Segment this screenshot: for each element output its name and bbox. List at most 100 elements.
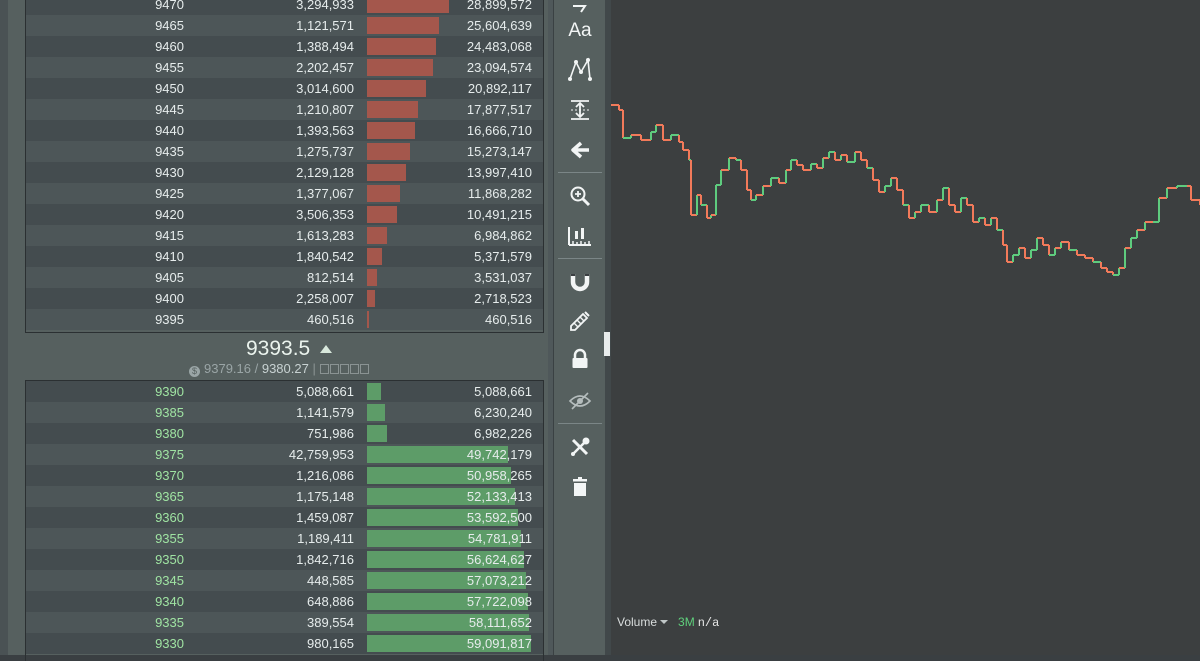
ask-row[interactable]: 9405 812,514 3,531,037 (26, 267, 543, 288)
row-size: 1,216,086 (296, 468, 354, 483)
row-price[interactable]: 9440 (26, 123, 184, 138)
chart-plot[interactable] (611, 0, 1200, 655)
bid-row[interactable]: 9340 648,886 57,722,098 (26, 591, 543, 612)
row-price[interactable]: 9415 (26, 228, 184, 243)
volume-value: n/a (697, 616, 720, 630)
ask-row[interactable]: 9395 460,516 460,516 (26, 309, 543, 330)
row-price[interactable]: 9410 (26, 249, 184, 264)
depth-bar (367, 206, 397, 223)
trash-icon[interactable] (564, 472, 596, 502)
bid-row[interactable]: 9345 448,585 57,073,212 (26, 570, 543, 591)
ask-row[interactable]: 9420 3,506,353 10,491,215 (26, 204, 543, 225)
row-price[interactable]: 9420 (26, 207, 184, 222)
row-total: 57,722,098 (466, 594, 532, 609)
volume-dropdown-caret-icon[interactable] (660, 620, 669, 624)
row-total: 6,984,862 (474, 228, 532, 243)
row-price[interactable]: 9430 (26, 165, 184, 180)
row-price[interactable]: 9380 (26, 426, 184, 441)
row-total: 3,531,037 (474, 270, 532, 285)
row-size: 3,506,353 (296, 207, 354, 222)
hide-icon[interactable] (564, 386, 596, 416)
bid-row[interactable]: 9360 1,459,087 53,592,500 (26, 507, 543, 528)
row-price[interactable]: 9445 (26, 102, 184, 117)
row-price[interactable]: 9465 (26, 18, 184, 33)
last-price: 9393.5 (246, 337, 311, 360)
row-size: 460,516 (307, 312, 354, 327)
row-price[interactable]: 9365 (26, 489, 184, 504)
bid-row[interactable]: 9355 1,189,411 54,781,911 (26, 528, 543, 549)
row-price[interactable]: 9390 (26, 384, 184, 399)
bid-row[interactable]: 9380 751,986 6,982,226 (26, 423, 543, 444)
row-price[interactable]: 9350 (26, 552, 184, 567)
row-price[interactable]: 9400 (26, 291, 184, 306)
pattern-tool-icon[interactable] (564, 55, 596, 85)
volume-label[interactable]: Volume (617, 615, 657, 629)
ask-row[interactable]: 9465 1,121,571 25,604,639 (26, 15, 543, 36)
row-size: 812,514 (307, 270, 354, 285)
price-chart[interactable] (611, 0, 1200, 655)
ask-row[interactable]: 9455 2,202,457 23,094,574 (26, 57, 543, 78)
row-total: 460,516 (485, 312, 532, 327)
row-price[interactable]: 9470 (26, 0, 184, 12)
row-price[interactable]: 9455 (26, 60, 184, 75)
ask-row[interactable]: 9425 1,377,067 11,868,282 (26, 183, 543, 204)
row-size: 2,258,007 (296, 291, 354, 306)
zoom-in-icon[interactable] (564, 181, 596, 211)
ask-row[interactable]: 9400 2,258,007 2,718,523 (26, 288, 543, 309)
row-size: 1,388,494 (296, 39, 354, 54)
row-price[interactable]: 9355 (26, 531, 184, 546)
row-price[interactable]: 9340 (26, 594, 184, 609)
bid-row[interactable]: 9370 1,216,086 50,958,265 (26, 465, 543, 486)
row-price[interactable]: 9330 (26, 636, 184, 651)
row-total: 5,088,661 (474, 384, 532, 399)
measure-tool-icon[interactable] (564, 95, 596, 125)
depth-bar (367, 248, 382, 265)
row-price[interactable]: 9335 (26, 615, 184, 630)
row-price[interactable]: 9375 (26, 447, 184, 462)
ask-row[interactable]: 9470 3,294,933 28,899,572 (26, 0, 543, 15)
row-price[interactable]: 9395 (26, 312, 184, 327)
row-price[interactable]: 9450 (26, 81, 184, 96)
bid-row[interactable]: 9375 42,759,953 49,742,179 (26, 444, 543, 465)
magnet-icon[interactable] (564, 266, 596, 296)
row-total: 13,997,410 (466, 165, 532, 180)
row-price[interactable]: 9345 (26, 573, 184, 588)
ask-row[interactable]: 9460 1,388,494 24,483,068 (26, 36, 543, 57)
bid-row[interactable]: 9350 1,842,716 56,624,627 (26, 549, 543, 570)
stay-in-drawing-mode-icon[interactable] (564, 306, 596, 336)
toolbar-divider (558, 172, 602, 173)
row-price[interactable]: 9360 (26, 510, 184, 525)
ruler-icon[interactable] (564, 221, 596, 251)
volume-period: 3M (678, 615, 695, 629)
toolbar-scrollbar-thumb[interactable] (604, 332, 610, 356)
bid-row[interactable]: 9335 389,554 58,111,652 (26, 612, 543, 633)
back-arrow-icon[interactable] (564, 135, 596, 165)
tools-icon[interactable] (564, 432, 596, 462)
row-price[interactable]: 9435 (26, 144, 184, 159)
row-price[interactable]: 9370 (26, 468, 184, 483)
row-price[interactable]: 9425 (26, 186, 184, 201)
row-price[interactable]: 9385 (26, 405, 184, 420)
ask-row[interactable]: 9415 1,613,283 6,984,862 (26, 225, 543, 246)
row-price[interactable]: 9405 (26, 270, 184, 285)
bid-row[interactable]: 9390 5,088,661 5,088,661 (26, 381, 543, 402)
text-tool-icon[interactable]: Aa (564, 16, 596, 46)
row-total: 53,592,500 (466, 510, 532, 525)
ask-row[interactable]: 9410 1,840,542 5,371,579 (26, 246, 543, 267)
bid-row[interactable]: 9330 980,165 59,091,817 (26, 633, 543, 654)
ask-row[interactable]: 9430 2,129,128 13,997,410 (26, 162, 543, 183)
bid-row[interactable]: 9385 1,141,579 6,230,240 (26, 402, 543, 423)
row-size: 1,121,571 (296, 18, 354, 33)
row-size: 751,986 (307, 426, 354, 441)
row-size: 389,554 (307, 615, 354, 630)
orderbook-asks: 9470 3,294,933 28,899,572 9465 1,121,571 25,6… (25, 0, 544, 333)
ask-row[interactable]: 9440 1,393,563 16,666,710 (26, 120, 543, 141)
price-up-arrow-icon (320, 345, 332, 353)
volume-indicator-legend[interactable]: Volume 3M n/a (617, 615, 719, 630)
ask-row[interactable]: 9445 1,210,807 17,877,517 (26, 99, 543, 120)
lock-icon[interactable] (564, 344, 596, 374)
ask-row[interactable]: 9450 3,014,600 20,892,117 (26, 78, 543, 99)
ask-row[interactable]: 9435 1,275,737 15,273,147 (26, 141, 543, 162)
row-price[interactable]: 9460 (26, 39, 184, 54)
bid-row[interactable]: 9365 1,175,148 52,133,413 (26, 486, 543, 507)
